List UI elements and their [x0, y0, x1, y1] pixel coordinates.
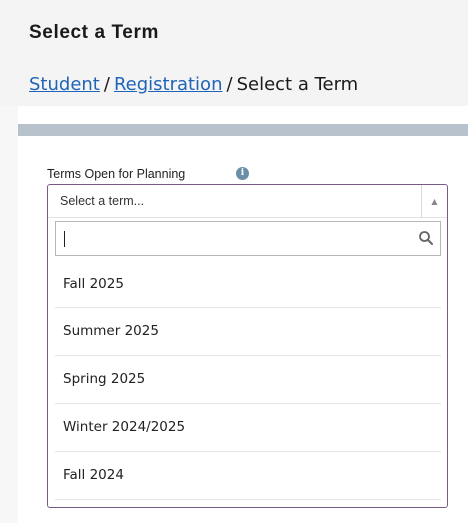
term-option[interactable]: Fall 2024	[55, 452, 441, 500]
info-icon[interactable]: i	[236, 167, 249, 180]
terms-field-label: Terms Open for Planning	[47, 167, 186, 181]
term-option[interactable]: Fall 2025	[55, 263, 441, 308]
breadcrumb-separator: /	[103, 74, 110, 95]
term-option[interactable]: Summer 2025	[55, 308, 441, 356]
term-dropdown[interactable]: Select a term... ▲ Fall 2025 Summer 2025…	[47, 184, 448, 508]
breadcrumb-registration-link[interactable]: Registration	[114, 74, 223, 95]
side-strip	[0, 106, 18, 523]
term-option[interactable]: Spring 2025	[55, 356, 441, 404]
panel-header-bar	[18, 124, 468, 136]
breadcrumb: Student / Registration / Select a Term	[29, 74, 358, 95]
term-search-input[interactable]	[55, 221, 441, 256]
page-header: Select a Term Student / Registration / Selec…	[0, 0, 468, 106]
term-select-value: Select a term...	[60, 194, 145, 208]
page-title: Select a Term	[29, 22, 159, 43]
term-option[interactable]: Winter 2024/2025	[55, 404, 441, 452]
search-icon	[419, 231, 433, 245]
caret-up-icon[interactable]: ▲	[421, 185, 447, 218]
term-select[interactable]: Select a term... ▲	[48, 185, 447, 218]
term-options-list: Fall 2025 Summer 2025 Spring 2025 Winter…	[55, 263, 441, 500]
breadcrumb-current: Select a Term	[236, 74, 359, 95]
text-cursor	[64, 231, 65, 247]
breadcrumb-student-link[interactable]: Student	[29, 74, 100, 95]
breadcrumb-separator: /	[226, 74, 233, 95]
